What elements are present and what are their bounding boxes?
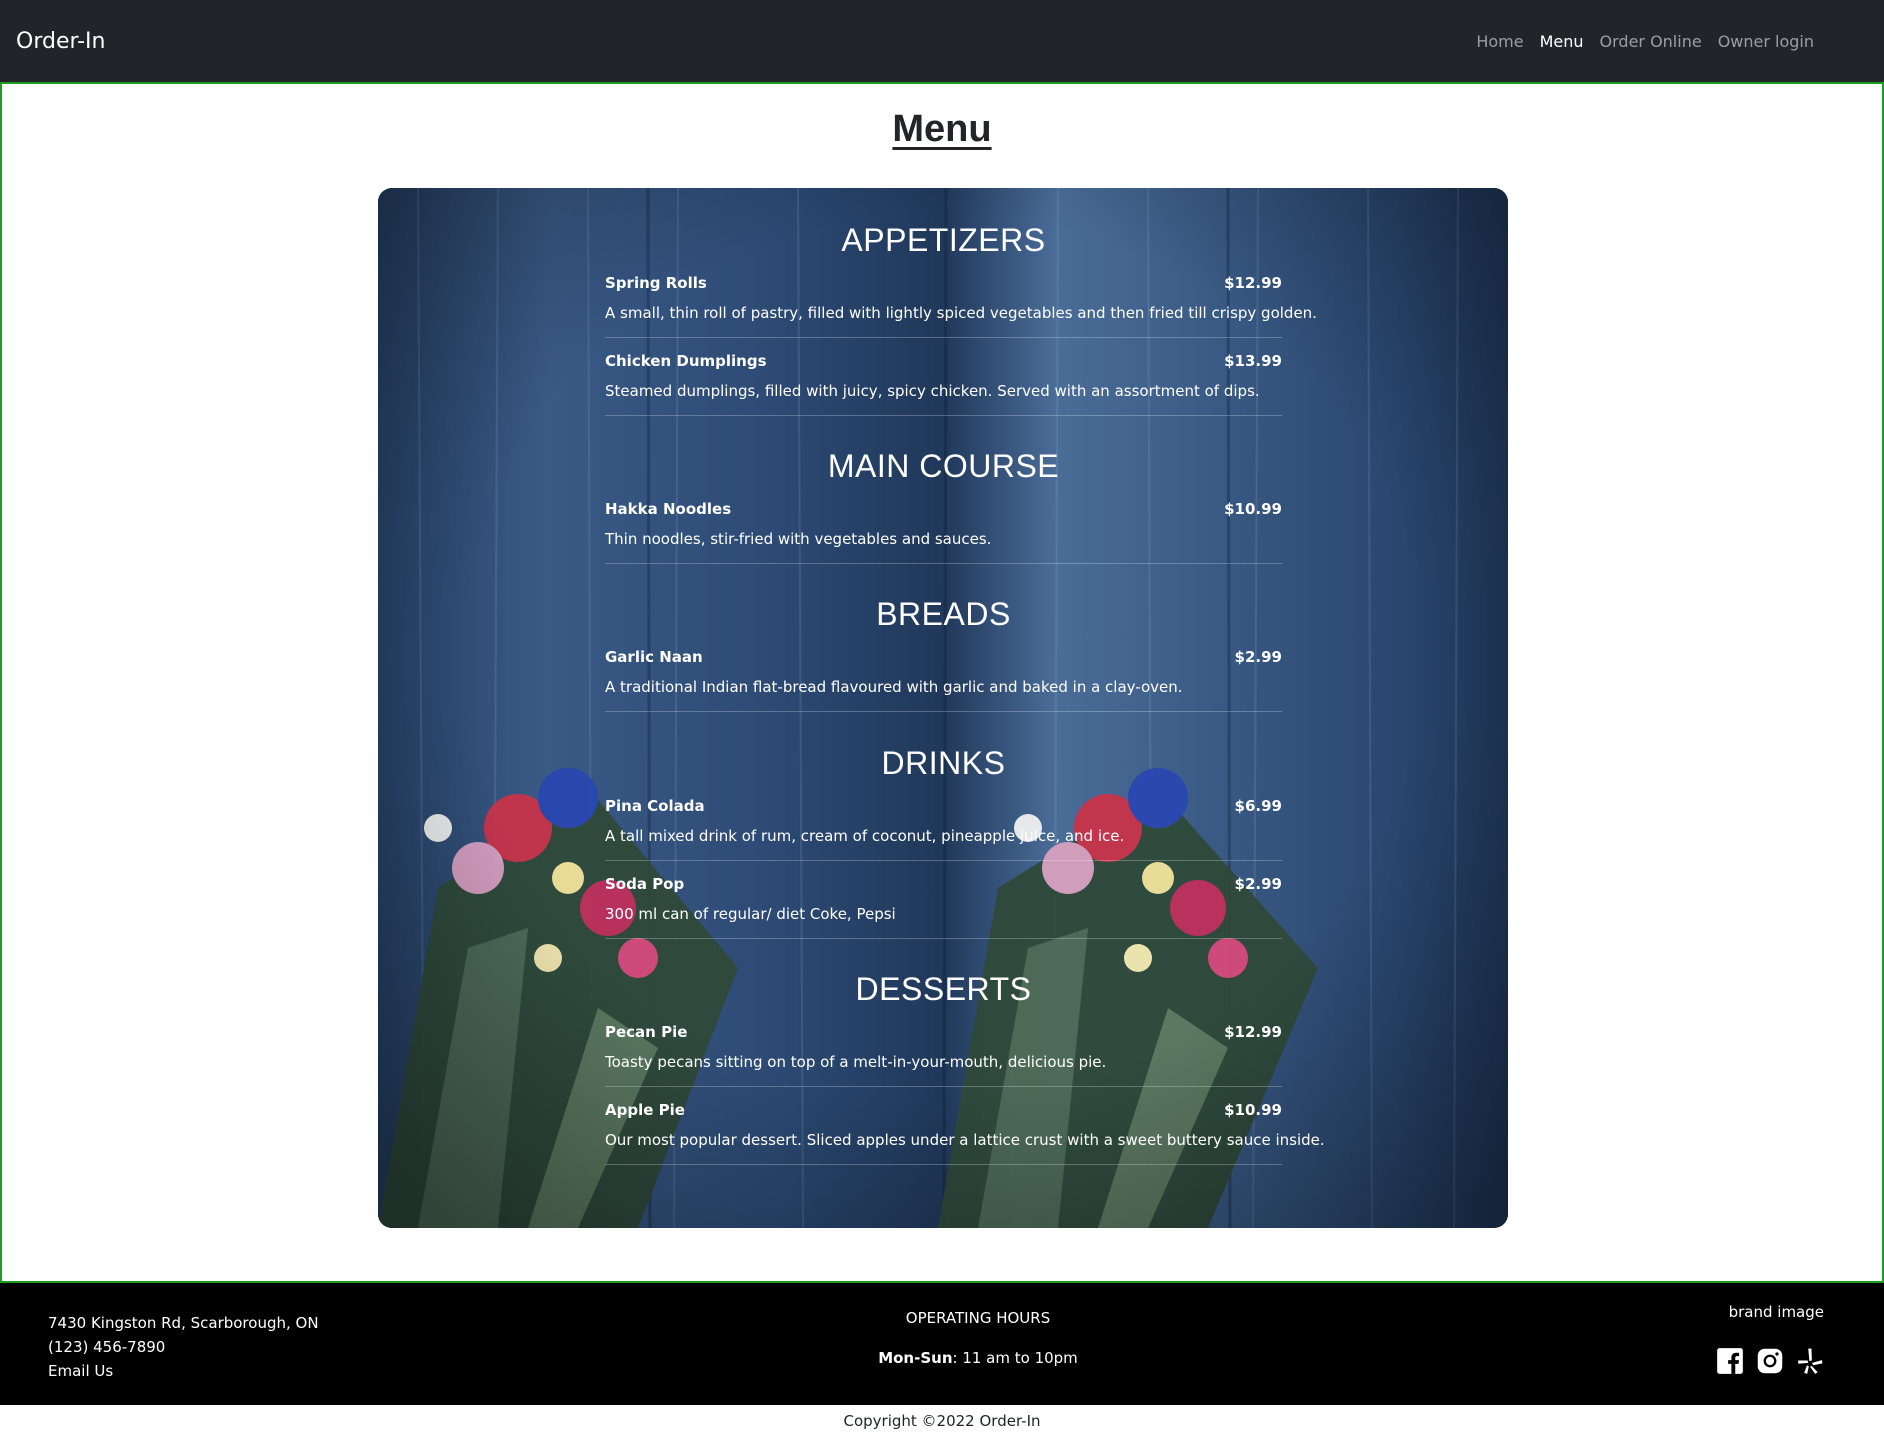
menu-list: APPETIZERS Spring Rolls $12.99 A small, … bbox=[605, 188, 1325, 1228]
menu-section-drinks: DRINKS Pina Colada $6.99 A tall mixed dr… bbox=[605, 743, 1282, 939]
hours-time: : 11 am to 10pm bbox=[952, 1349, 1078, 1367]
section-title: BREADS bbox=[876, 596, 1011, 632]
social-links bbox=[1716, 1347, 1824, 1375]
item-price: $10.99 bbox=[1224, 500, 1282, 518]
menu-section-appetizers: APPETIZERS Spring Rolls $12.99 A small, … bbox=[605, 220, 1317, 416]
item-name: Chicken Dumplings bbox=[605, 352, 767, 370]
hours-line: Mon-Sun: 11 am to 10pm bbox=[0, 1349, 1884, 1367]
item-description: A tall mixed drink of rum, cream of coco… bbox=[605, 827, 1125, 845]
nav-link-order-online[interactable]: Order Online bbox=[1600, 32, 1702, 51]
site-footer: 7430 Kingston Rd, Scarborough, ON (123) … bbox=[0, 1283, 1884, 1405]
brand-link[interactable]: Order-In bbox=[16, 29, 105, 54]
menu-section-breads: BREADS Garlic Naan $2.99 A traditional I… bbox=[605, 594, 1282, 712]
section-title: MAIN COURSE bbox=[827, 448, 1060, 484]
menu-item: Garlic Naan $2.99 A traditional Indian f… bbox=[605, 634, 1282, 712]
item-description: Toasty pecans sitting on top of a melt-i… bbox=[605, 1053, 1107, 1071]
item-name: Hakka Noodles bbox=[605, 500, 732, 518]
yelp-icon[interactable] bbox=[1796, 1347, 1824, 1375]
menu-section-main-course: MAIN COURSE Hakka Noodles $10.99 Thin no… bbox=[605, 446, 1282, 564]
hours-days: Mon-Sun bbox=[878, 1349, 953, 1367]
hours-title: OPERATING HOURS bbox=[905, 1309, 1051, 1327]
operating-hours: OPERATING HOURS Mon-Sun: 11 am to 10pm bbox=[0, 1309, 1884, 1367]
nav-link-owner-login[interactable]: Owner login bbox=[1718, 32, 1814, 51]
page-title: Menu bbox=[892, 108, 992, 150]
footer-brand: brand image bbox=[1716, 1303, 1824, 1375]
item-description: Our most popular dessert. Sliced apples … bbox=[605, 1131, 1325, 1149]
item-name: Soda Pop bbox=[605, 875, 685, 893]
item-name: Spring Rolls bbox=[605, 274, 707, 292]
item-description: A small, thin roll of pastry, filled wit… bbox=[605, 304, 1317, 322]
item-price: $10.99 bbox=[1224, 1101, 1282, 1119]
menu-item: Soda Pop $2.99 300 ml can of regular/ di… bbox=[605, 861, 1282, 939]
item-name: Pecan Pie bbox=[605, 1023, 688, 1041]
instagram-icon[interactable] bbox=[1756, 1347, 1784, 1375]
item-description: A traditional Indian flat-bread flavoure… bbox=[605, 678, 1183, 696]
item-description: 300 ml can of regular/ diet Coke, Pepsi bbox=[605, 905, 896, 923]
nav-link-menu[interactable]: Menu bbox=[1540, 32, 1584, 51]
facebook-icon[interactable] bbox=[1716, 1347, 1744, 1375]
copyright-text: Copyright ©2022 Order-In bbox=[843, 1412, 1041, 1430]
item-price: $6.99 bbox=[1234, 797, 1282, 815]
item-price: $12.99 bbox=[1224, 274, 1282, 292]
item-description: Steamed dumplings, filled with juicy, sp… bbox=[605, 382, 1260, 400]
item-description: Thin noodles, stir-fried with vegetables… bbox=[605, 530, 992, 548]
menu-item: Hakka Noodles $10.99 Thin noodles, stir-… bbox=[605, 486, 1282, 564]
menu-item: Apple Pie $10.99 Our most popular desser… bbox=[605, 1087, 1325, 1165]
menu-item: Chicken Dumplings $13.99 Steamed dumplin… bbox=[605, 338, 1282, 416]
item-price: $13.99 bbox=[1224, 352, 1282, 370]
item-name: Garlic Naan bbox=[605, 648, 703, 666]
menu-item: Spring Rolls $12.99 A small, thin roll o… bbox=[605, 260, 1317, 338]
nav-links: Home Menu Order Online Owner login bbox=[1476, 32, 1814, 51]
menu-item: Pina Colada $6.99 A tall mixed drink of … bbox=[605, 783, 1282, 861]
item-name: Pina Colada bbox=[605, 797, 705, 815]
section-title: DRINKS bbox=[881, 745, 1006, 781]
section-title: APPETIZERS bbox=[841, 222, 1046, 258]
item-name: Apple Pie bbox=[605, 1101, 685, 1119]
brand-image: brand image bbox=[1728, 1303, 1824, 1321]
main-content: Menu APPETIZERS Spring Rolls $12.99 A sm… bbox=[0, 82, 1884, 1283]
nav-link-home[interactable]: Home bbox=[1476, 32, 1523, 51]
menu-item: Pecan Pie $12.99 Toasty pecans sitting o… bbox=[605, 1009, 1282, 1087]
top-navbar: Order-In Home Menu Order Online Owner lo… bbox=[0, 0, 1884, 82]
item-price: $2.99 bbox=[1234, 875, 1282, 893]
item-price: $12.99 bbox=[1224, 1023, 1282, 1041]
menu-card: APPETIZERS Spring Rolls $12.99 A small, … bbox=[378, 188, 1508, 1228]
item-price: $2.99 bbox=[1234, 648, 1282, 666]
section-title: DESSERTS bbox=[855, 971, 1032, 1007]
menu-section-desserts: DESSERTS Pecan Pie $12.99 Toasty pecans … bbox=[605, 969, 1325, 1165]
